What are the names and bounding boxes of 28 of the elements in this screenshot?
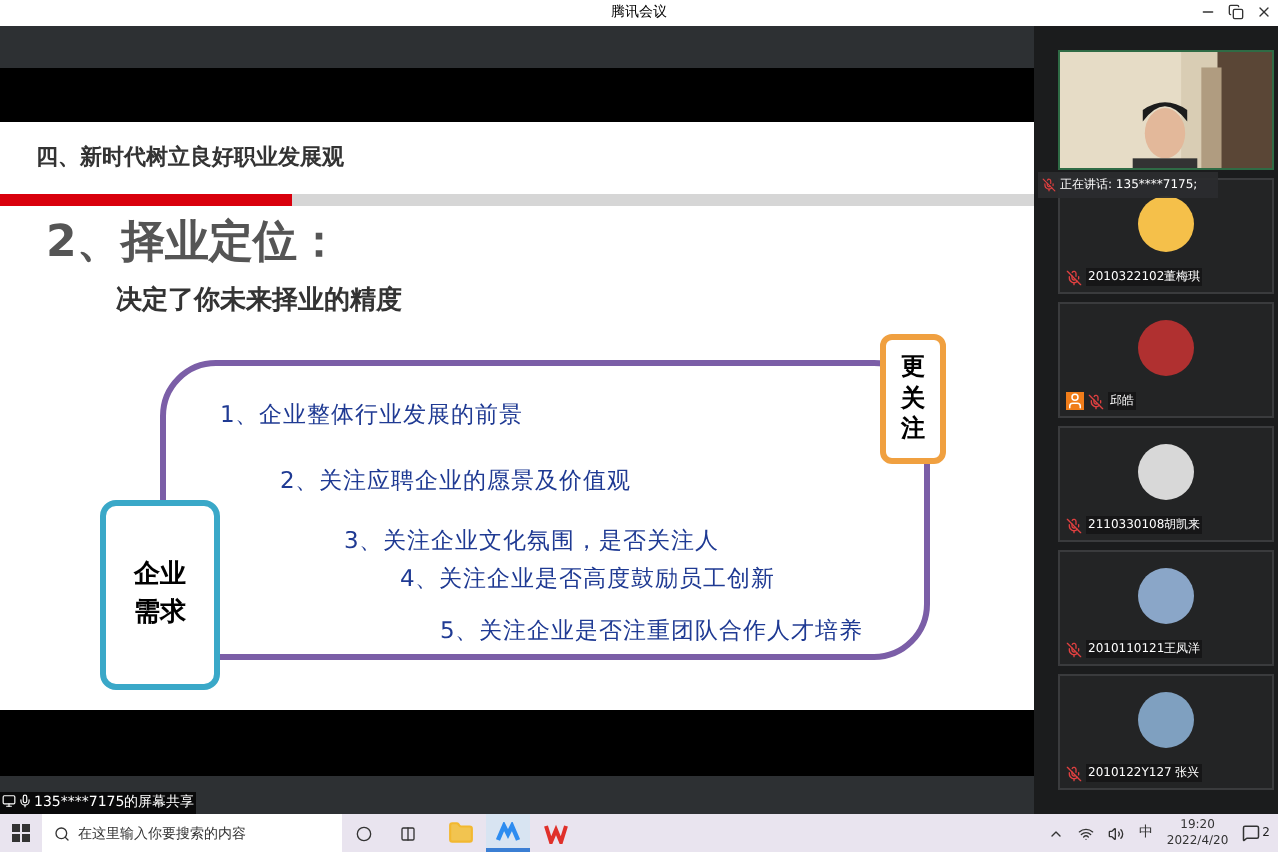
muted-mic-icon [1066, 269, 1082, 285]
speaker-icon[interactable] [1108, 825, 1125, 841]
slide-heading: 2、择业定位： [46, 218, 341, 268]
requirement-item: 3、关注企业文化氛围，是否关注人 [344, 524, 719, 558]
muted-mic-icon [1066, 641, 1082, 657]
cortana-icon[interactable] [356, 825, 372, 841]
mic-icon [18, 794, 32, 809]
close-icon[interactable] [1256, 4, 1272, 20]
network-icon[interactable] [1078, 825, 1095, 841]
windows-icon [12, 824, 30, 842]
requirement-item: 2、关注应聘企业的愿景及价值观 [280, 464, 631, 498]
muted-mic-icon [1066, 765, 1082, 781]
requirement-item: 1、企业整体行业发展的前景 [220, 398, 523, 432]
demand-label: 企业需求 [134, 558, 186, 631]
search-icon [54, 825, 70, 841]
muted-mic-icon [1066, 517, 1082, 533]
restore-icon[interactable] [1228, 4, 1244, 20]
section-title: 四、新时代树立良好职业发展观 [36, 141, 344, 174]
requirement-item: 4、关注企业是否高度鼓励员工创新 [400, 562, 775, 596]
requirement-item: 5、关注企业是否注重团队合作人才培养 [440, 614, 863, 648]
task-view-icon[interactable] [400, 825, 416, 841]
notification-icon[interactable] [1242, 824, 1261, 842]
muted-mic-icon [1088, 393, 1104, 409]
focus-label: 更关注 [901, 352, 925, 446]
muted-mic-icon [1042, 178, 1056, 192]
meeting-taskbar-icon[interactable] [486, 814, 530, 852]
screen-share-icon [2, 794, 16, 809]
slide-subtitle: 决定了你未来择业的精度 [116, 286, 402, 316]
